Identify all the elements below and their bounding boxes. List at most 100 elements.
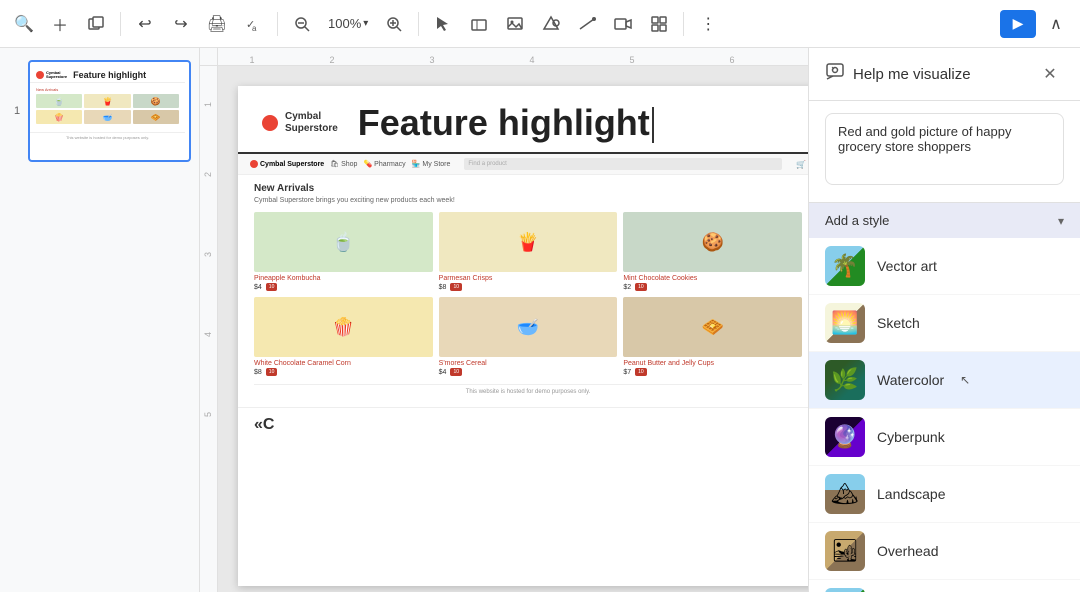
- close-button[interactable]: ✕: [1036, 60, 1064, 88]
- canvas-scroll-area: 1 2 3 4 5 Cymbal Superstore: [200, 66, 808, 592]
- style-thumb-cyberpunk: 🔮: [825, 417, 865, 457]
- slide-thumb-content-1: CymbalSuperstore Feature highlight New A…: [30, 66, 185, 156]
- product-item-6: 🧇 Peanut Butter and Jelly Cups $7 10: [623, 297, 802, 376]
- slide-1-thumbnail[interactable]: 1 CymbalSuperstore Feature highlight New…: [28, 60, 191, 162]
- product-item-1: 🍵 Pineapple Kombucha $4 10: [254, 212, 433, 291]
- ruler-mark-6: 6: [682, 55, 782, 65]
- product-price-row-5: $4 10: [439, 368, 618, 376]
- product-name-4: White Chocolate Caramel Corn: [254, 360, 433, 367]
- brand-logo: Cymbal Superstore: [262, 111, 338, 135]
- product-img-5: 🥣: [439, 297, 618, 357]
- slide-footer: «C: [238, 407, 808, 442]
- product-price-6: $7: [623, 369, 631, 376]
- product-badge-6: 10: [635, 368, 647, 376]
- product-item-2: 🍟 Parmesan Crisps $8 10: [439, 212, 618, 291]
- style-item-sketch[interactable]: 🌅 Sketch: [809, 295, 1080, 352]
- style-item-landscape[interactable]: 🏔 Landscape: [809, 466, 1080, 523]
- canvas-wrapper: 1 2 3 4 5 6 1 2 3 4 5: [200, 48, 808, 592]
- product-item-4: 🍿 White Chocolate Caramel Corn $8 10: [254, 297, 433, 376]
- website-logo-sm: Cymbal Superstore: [250, 160, 324, 168]
- product-img-2: 🍟: [439, 212, 618, 272]
- ruler-mark-4: 4: [482, 55, 582, 65]
- panel-header: Help me visualize ✕: [809, 48, 1080, 101]
- product-price-2: $8: [439, 284, 447, 291]
- style-name-cyberpunk: Cyberpunk: [877, 429, 945, 445]
- present-tool[interactable]: ▶: [1000, 10, 1036, 38]
- slide-canvas[interactable]: Cymbal Superstore Feature highlight Cymb: [238, 86, 808, 586]
- slide-title[interactable]: Feature highlight: [358, 102, 794, 144]
- product-name-2: Parmesan Crisps: [439, 275, 618, 282]
- select-tool[interactable]: [427, 8, 459, 40]
- section-title: New Arrivals: [254, 183, 802, 194]
- more-tool[interactable]: ⋮: [692, 8, 724, 40]
- undo-tool[interactable]: ↩: [129, 8, 161, 40]
- style-item-clip-art[interactable]: 🌴 Clip art: [809, 580, 1080, 592]
- product-badge-1: 10: [266, 283, 278, 291]
- nav-pharmacy: 💊Pharmacy: [363, 160, 405, 168]
- product-price-row-2: $8 10: [439, 283, 618, 291]
- style-header-row[interactable]: Add a style ▾: [809, 203, 1080, 238]
- prompt-area: Red and gold picture of happy grocery st…: [809, 101, 1080, 203]
- grid-tool[interactable]: [643, 8, 675, 40]
- product-img-6: 🧇: [623, 297, 802, 357]
- style-section: Add a style ▾ 🌴 Vector art 🌅 Sketch: [809, 203, 1080, 592]
- website-logo-circle: [250, 160, 258, 168]
- image-tool[interactable]: [499, 8, 531, 40]
- spell-tool[interactable]: ✓a: [237, 8, 269, 40]
- new-arrivals-section: New Arrivals Cymbal Superstore brings yo…: [238, 175, 808, 407]
- text-cursor: [652, 107, 654, 143]
- product-badge-4: 10: [266, 368, 278, 376]
- logo-text: Cymbal Superstore: [285, 111, 338, 135]
- video-tool[interactable]: [607, 8, 639, 40]
- search-bar-sm: Find a product: [464, 158, 782, 170]
- zoom-out-tool[interactable]: [286, 8, 318, 40]
- redo-tool[interactable]: ↪: [165, 8, 197, 40]
- product-price-1: $4: [254, 284, 262, 291]
- style-thumb-sketch: 🌅: [825, 303, 865, 343]
- style-item-watercolor[interactable]: 🌿 Watercolor ↖: [809, 352, 1080, 409]
- style-thumb-landscape: 🏔: [825, 474, 865, 514]
- ruler-left-3: 3: [204, 214, 213, 294]
- copy-frame-tool[interactable]: [80, 8, 112, 40]
- zoom-dropdown-icon: ▾: [363, 18, 368, 29]
- style-thumb-clip-art: 🌴: [825, 588, 865, 592]
- product-name-6: Peanut Butter and Jelly Cups: [623, 360, 802, 367]
- style-thumb-watercolor: 🌿: [825, 360, 865, 400]
- style-item-vector-art[interactable]: 🌴 Vector art: [809, 238, 1080, 295]
- style-name-sketch: Sketch: [877, 315, 920, 331]
- prompt-textarea[interactable]: Red and gold picture of happy grocery st…: [825, 113, 1064, 185]
- print-tool[interactable]: 🖨: [201, 8, 233, 40]
- cart-icon-sm: 🛒: [796, 160, 806, 169]
- toolbar: 🔍 ＋ ↩ ↪ 🖨 ✓a 100% ▾ ⋮ ▶ ∧: [0, 0, 1080, 48]
- add-tool[interactable]: ＋: [44, 8, 76, 40]
- shape-tool[interactable]: [535, 8, 567, 40]
- ruler-top: 1 2 3 4 5 6: [200, 48, 808, 66]
- divider4: [683, 12, 684, 36]
- product-img-1: 🍵: [254, 212, 433, 272]
- product-badge-3: 10: [635, 283, 647, 291]
- style-item-cyberpunk[interactable]: 🔮 Cyberpunk: [809, 409, 1080, 466]
- frame-select-tool[interactable]: [463, 8, 495, 40]
- style-name-vector-art: Vector art: [877, 258, 937, 274]
- zoom-control[interactable]: 100% ▾: [322, 12, 374, 35]
- panel-icon: [825, 62, 845, 87]
- ruler-mark-5: 5: [582, 55, 682, 65]
- style-item-overhead[interactable]: 🏜 Overhead: [809, 523, 1080, 580]
- divider3: [418, 12, 419, 36]
- product-price-row-3: $2 10: [623, 283, 802, 291]
- search-tool[interactable]: 🔍: [8, 8, 40, 40]
- collapse-tool[interactable]: ∧: [1040, 8, 1072, 40]
- slide-number-1: 1: [14, 105, 20, 117]
- product-price-3: $2: [623, 284, 631, 291]
- cursor-icon: ↖: [960, 373, 970, 387]
- canvas-bg: Cymbal Superstore Feature highlight Cymb: [218, 66, 808, 592]
- line-tool[interactable]: [571, 8, 603, 40]
- product-price-5: $4: [439, 369, 447, 376]
- zoom-in-tool[interactable]: [378, 8, 410, 40]
- nav-shop: 🛍Shop: [330, 160, 357, 168]
- product-badge-5: 10: [450, 368, 462, 376]
- style-name-landscape: Landscape: [877, 486, 946, 502]
- product-img-3: 🍪: [623, 212, 802, 272]
- product-badge-2: 10: [450, 283, 462, 291]
- style-thumb-vector-art: 🌴: [825, 246, 865, 286]
